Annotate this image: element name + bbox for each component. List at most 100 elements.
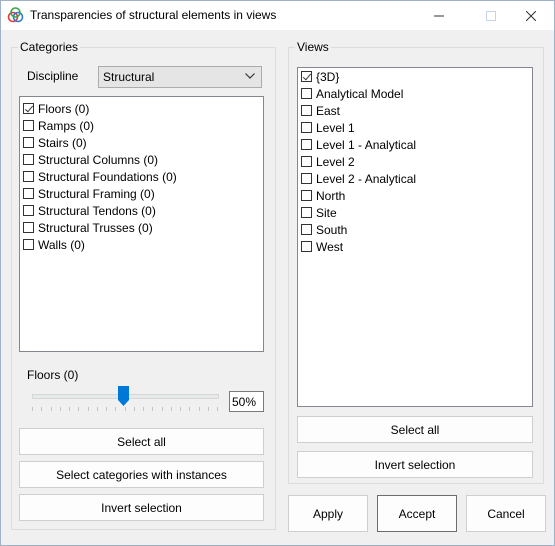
views-item-label: West [316, 239, 344, 254]
views-list-item[interactable]: West [298, 238, 532, 255]
categories-list-item[interactable]: Walls (0) [20, 236, 263, 253]
categories-list-item[interactable]: Structural Foundations (0) [20, 168, 263, 185]
slider-tick [199, 407, 200, 411]
slider-tick [115, 407, 116, 411]
categories-select-all-label: Select all [117, 434, 166, 449]
accept-button-label: Accept [398, 506, 436, 521]
views-list-item[interactable]: Level 1 - Analytical [298, 136, 532, 153]
slider-tick [217, 407, 218, 411]
window-title: Transparencies of structural elements in… [30, 8, 277, 22]
views-item-label: North [316, 188, 346, 203]
views-checkbox[interactable] [301, 88, 312, 99]
views-item-label: Site [316, 205, 337, 220]
categories-list-item[interactable]: Structural Trusses (0) [20, 219, 263, 236]
categories-group-label: Categories [18, 40, 81, 54]
views-list[interactable]: {3D} Analytical Model East Level 1 Level 1 -… [297, 67, 533, 407]
categories-checkbox[interactable] [23, 205, 34, 216]
categories-checkbox[interactable] [23, 120, 34, 131]
minimize-button[interactable] [416, 1, 462, 30]
views-list-item[interactable]: East [298, 102, 532, 119]
categories-checkbox[interactable] [23, 103, 34, 114]
categories-checkbox[interactable] [23, 171, 34, 182]
maximize-icon [486, 10, 496, 21]
views-group-label: Views [295, 40, 331, 54]
views-checkbox[interactable] [301, 173, 312, 184]
slider-tick [51, 407, 52, 411]
chevron-down-icon [245, 73, 255, 79]
categories-invert-selection-button[interactable]: Invert selection [19, 494, 264, 521]
apply-button[interactable]: Apply [288, 495, 368, 532]
slider-tick [180, 407, 181, 411]
views-checkbox[interactable] [301, 122, 312, 133]
categories-list-item[interactable]: Structural Columns (0) [20, 151, 263, 168]
categories-list-item[interactable]: Structural Tendons (0) [20, 202, 263, 219]
categories-list-item[interactable]: Structural Framing (0) [20, 185, 263, 202]
views-select-all-button[interactable]: Select all [297, 416, 533, 443]
views-list-item[interactable]: Level 2 - Analytical [298, 170, 532, 187]
cancel-button[interactable]: Cancel [466, 495, 546, 532]
views-list-item[interactable]: Level 1 [298, 119, 532, 136]
views-checkbox[interactable] [301, 241, 312, 252]
views-list-item[interactable]: Analytical Model [298, 85, 532, 102]
views-checkbox[interactable] [301, 190, 312, 201]
categories-select-all-button[interactable]: Select all [19, 428, 264, 455]
transparency-value: 50% [232, 394, 257, 409]
views-checkbox[interactable] [301, 71, 312, 82]
views-item-label: Level 1 - Analytical [316, 137, 417, 152]
views-checkbox[interactable] [301, 156, 312, 167]
slider-tick [125, 407, 126, 411]
slider-tick [41, 407, 42, 411]
transparency-value-field[interactable]: 50% [229, 391, 264, 412]
views-checkbox[interactable] [301, 224, 312, 235]
categories-checkbox[interactable] [23, 188, 34, 199]
categories-item-label: Floors (0) [38, 101, 90, 116]
views-checkbox[interactable] [301, 139, 312, 150]
categories-list[interactable]: Floors (0) Ramps (0) Stairs (0) Structural … [19, 96, 264, 352]
views-item-label: Level 2 [316, 154, 355, 169]
transparency-slider-thumb[interactable] [118, 386, 129, 406]
categories-item-label: Structural Columns (0) [38, 152, 159, 167]
views-list-item[interactable]: Site [298, 204, 532, 221]
categories-item-label: Structural Trusses (0) [38, 220, 153, 235]
slider-tick [97, 407, 98, 411]
apply-button-label: Apply [312, 506, 344, 521]
app-icon [7, 7, 24, 23]
title-bar[interactable]: Transparencies of structural elements in… [1, 1, 554, 30]
slider-tick [208, 407, 209, 411]
categories-checkbox[interactable] [23, 222, 34, 233]
views-list-item[interactable]: Level 2 [298, 153, 532, 170]
select-categories-with-instances-label: Select categories with instances [56, 467, 227, 482]
categories-item-label: Walls (0) [38, 237, 85, 252]
categories-checkbox[interactable] [23, 137, 34, 148]
discipline-label: Discipline [27, 69, 79, 83]
close-icon [526, 10, 536, 21]
categories-list-item[interactable]: Floors (0) [20, 100, 263, 117]
slider-tick [171, 407, 172, 411]
categories-invert-selection-label: Invert selection [101, 500, 182, 515]
close-button[interactable] [508, 1, 554, 30]
categories-list-item[interactable]: Ramps (0) [20, 117, 263, 134]
views-checkbox[interactable] [301, 207, 312, 218]
slider-tick [143, 407, 144, 411]
categories-item-label: Structural Framing (0) [38, 186, 155, 201]
categories-item-label: Structural Tendons (0) [38, 203, 156, 218]
categories-list-item[interactable]: Stairs (0) [20, 134, 263, 151]
views-item-label: {3D} [316, 69, 340, 84]
slider-tick [78, 407, 79, 411]
views-checkbox[interactable] [301, 105, 312, 116]
accept-button[interactable]: Accept [377, 495, 457, 532]
views-invert-selection-label: Invert selection [374, 457, 456, 472]
views-list-item[interactable]: North [298, 187, 532, 204]
dialog-window: Transparencies of structural elements in… [0, 0, 555, 546]
select-categories-with-instances-button[interactable]: Select categories with instances [19, 461, 264, 488]
views-item-label: South [316, 222, 348, 237]
minimize-icon [434, 15, 444, 16]
views-item-label: Analytical Model [316, 86, 404, 101]
views-invert-selection-button[interactable]: Invert selection [297, 451, 533, 478]
discipline-select[interactable]: Structural [98, 66, 262, 88]
categories-checkbox[interactable] [23, 154, 34, 165]
categories-checkbox[interactable] [23, 239, 34, 250]
views-select-all-label: Select all [390, 422, 440, 437]
views-list-item[interactable]: South [298, 221, 532, 238]
views-list-item[interactable]: {3D} [298, 68, 532, 85]
